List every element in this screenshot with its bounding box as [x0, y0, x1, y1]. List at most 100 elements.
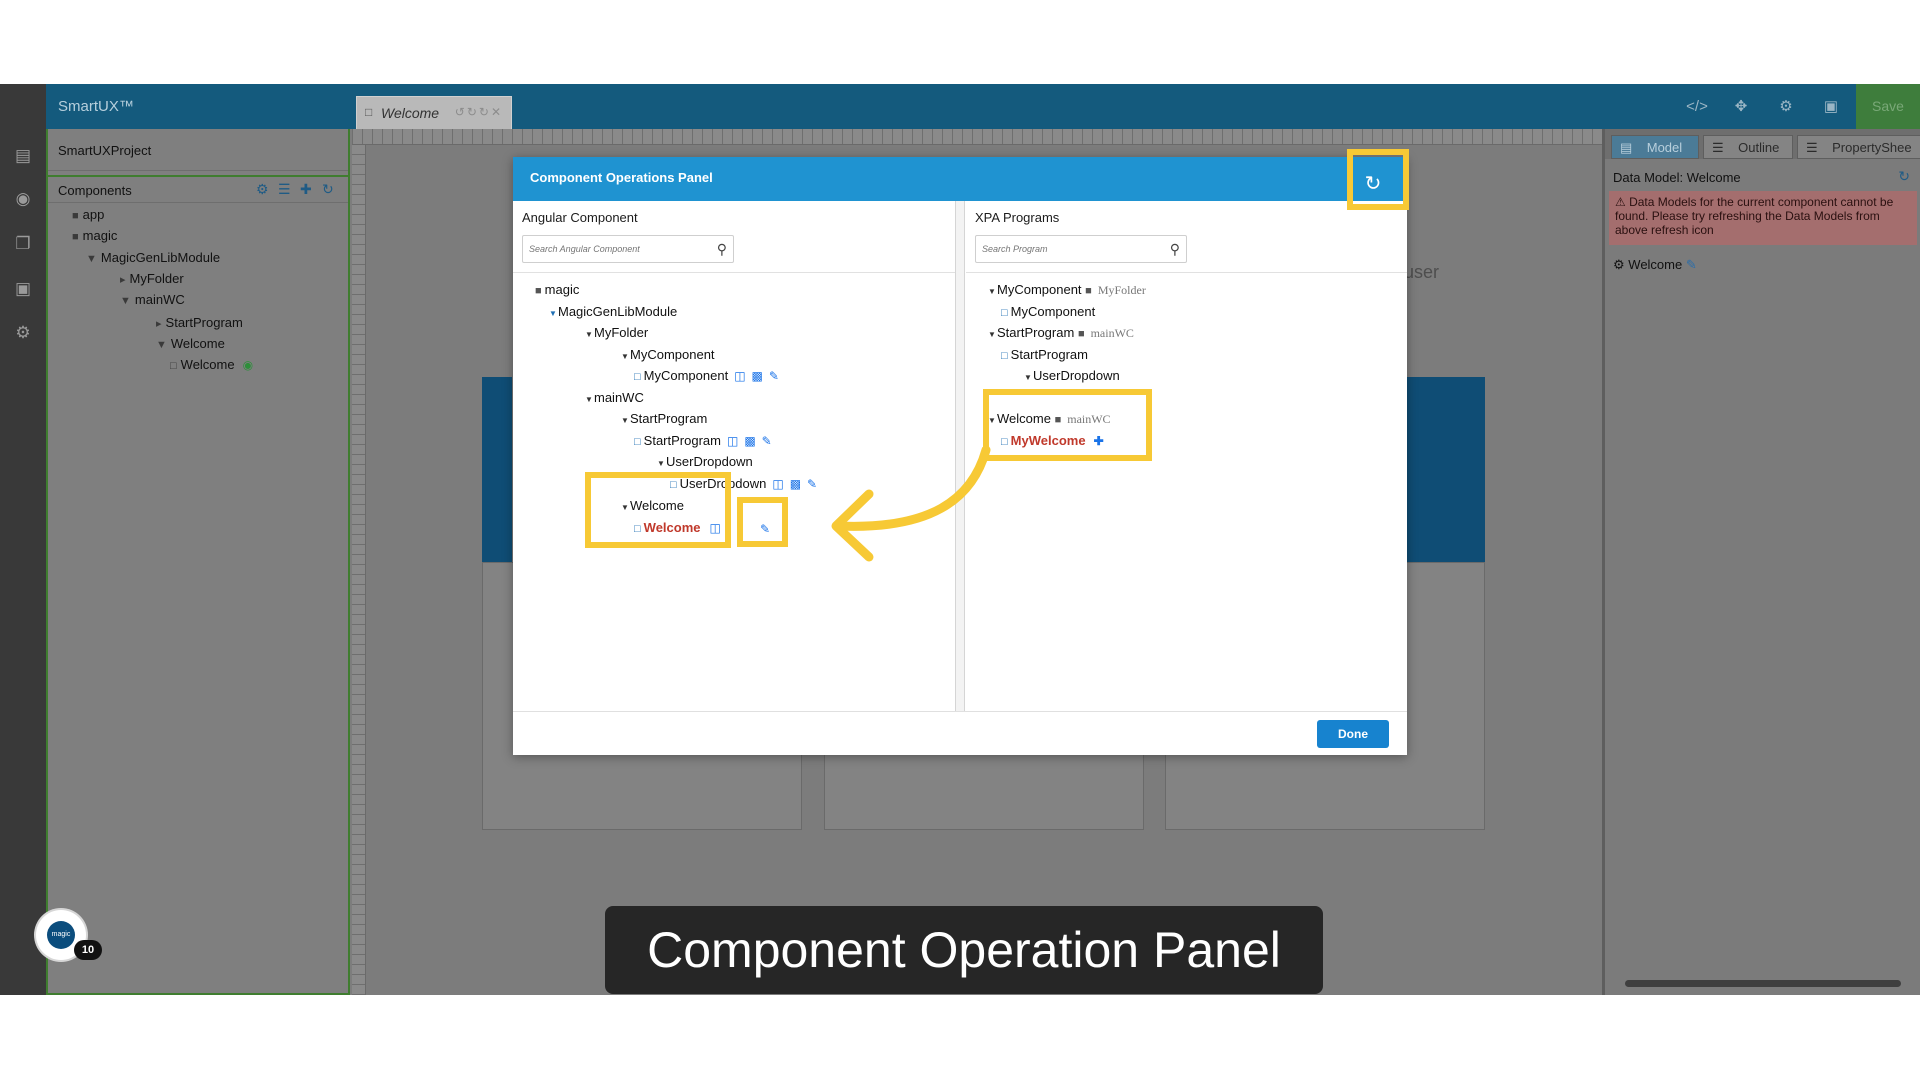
tab-propertysheet[interactable]: ☰ PropertyShee: [1797, 135, 1920, 159]
tab-model[interactable]: ▤ Model: [1611, 135, 1699, 159]
file-icon: □: [634, 371, 641, 383]
tree-node-magic[interactable]: ■ magic: [535, 282, 579, 297]
search-box: ⚲: [975, 235, 1187, 263]
tab-outline[interactable]: ☰ Outline: [1703, 135, 1793, 159]
folder-icon: ■: [72, 210, 79, 222]
tree-node-startprogram-folder[interactable]: ▼StartProgram: [621, 411, 707, 426]
modal-header: Component Operations Panel ↻: [513, 157, 1407, 201]
caret-down-icon: ▼: [621, 352, 629, 361]
modal-body: Angular Component ⚲ ■magic ▼MagicGenLibM…: [513, 201, 1407, 711]
highlight-refresh-button: [1347, 149, 1409, 210]
image-icon[interactable]: ▣: [13, 279, 33, 299]
scrollbar-thumb[interactable]: [1625, 980, 1901, 987]
horizontal-scrollbar[interactable]: [1611, 977, 1915, 989]
folder-icon: ■: [1077, 328, 1085, 340]
right-panel-tabs: ▤ Model ☰ Outline ☰ PropertyShee: [1605, 129, 1920, 159]
tree-node-startprogram[interactable]: ▸ StartProgram: [156, 315, 243, 330]
tree-node-module[interactable]: ▼MagicGenLibModule: [549, 304, 677, 319]
gear-icon[interactable]: ⚙: [13, 323, 33, 343]
copy-icon[interactable]: ❐: [13, 234, 33, 254]
tree-node-startprogram-item[interactable]: □ StartProgram ◫ ▩ ✎: [634, 433, 772, 448]
data-model-warning: ⚠ Data Models for the current component …: [1609, 191, 1917, 245]
monitor-icon[interactable]: ▣: [1820, 96, 1842, 118]
puzzle-icon[interactable]: ◉: [13, 189, 33, 209]
highlight-right-welcome: [983, 389, 1152, 461]
eye-icon[interactable]: ◉: [243, 358, 253, 372]
expand-icon[interactable]: ✥: [1730, 96, 1752, 118]
tree-node-mycomponent-folder[interactable]: ▼MyComponent: [621, 347, 715, 362]
save-button[interactable]: Save: [1856, 84, 1920, 129]
search-icon[interactable]: ⚲: [717, 241, 727, 258]
settings-icon[interactable]: ⚙: [256, 181, 269, 198]
trash-icon[interactable]: ▩: [752, 369, 763, 383]
tree-node-app[interactable]: ■ app: [72, 207, 104, 222]
code-icon[interactable]: </>: [1686, 96, 1708, 118]
tree-node-welcome-folder[interactable]: ▼Welcome: [156, 336, 225, 351]
trash-icon[interactable]: ▩: [790, 477, 801, 491]
tab-controls[interactable]: ↺↻↻✕: [455, 105, 503, 119]
tree-node-myfolder[interactable]: ▸ MyFolder: [120, 271, 184, 286]
caret-down-icon: ▼: [988, 330, 996, 339]
tree-node-welcome-item[interactable]: □ Welcome ◉: [170, 357, 253, 372]
search-icon[interactable]: ⚲: [1170, 241, 1180, 258]
project-name: SmartUXProject: [58, 143, 152, 158]
caret-down-icon: ▼: [120, 295, 131, 307]
file-icon: □: [365, 105, 373, 119]
caret-right-icon: ▸: [156, 318, 162, 330]
pane-title: Angular Component: [522, 210, 638, 225]
modal-title: Component Operations Panel: [530, 170, 713, 185]
tree-node-startprogram-item[interactable]: □ StartProgram: [1001, 347, 1088, 362]
tree-node-mainwc[interactable]: ▼mainWC: [120, 292, 185, 307]
tree-node-startprogram-folder[interactable]: ▼StartProgram ■ mainWC: [988, 325, 1134, 341]
move-icon[interactable]: ◫: [727, 434, 738, 448]
tree-node-userdropdown-folder[interactable]: ▼UserDropdown: [1024, 368, 1120, 383]
hierarchy-icon[interactable]: ☰: [278, 181, 291, 198]
pencil-icon[interactable]: ✎: [1686, 257, 1697, 272]
caption-banner: Component Operation Panel: [605, 906, 1323, 994]
tree-node-mycomponent-item[interactable]: □ MyComponent ◫ ▩ ✎: [634, 368, 779, 383]
tree-node-mycomponent-folder[interactable]: ▼MyComponent ■ MyFolder: [988, 282, 1146, 298]
tree-node-mycomponent-item[interactable]: □ MyComponent: [1001, 304, 1095, 319]
folder-open-icon: ■: [535, 285, 542, 297]
pane-title: XPA Programs: [975, 210, 1060, 225]
pencil-icon[interactable]: ✎: [762, 434, 772, 448]
tab-welcome[interactable]: □ Welcome ↺↻↻✕: [356, 96, 512, 129]
program-search-input[interactable]: [982, 241, 1158, 257]
tree-node-userdropdown-folder[interactable]: ▼UserDropdown: [657, 454, 753, 469]
done-button[interactable]: Done: [1317, 720, 1389, 748]
pencil-icon[interactable]: ✎: [769, 369, 779, 383]
caret-down-icon: ▼: [988, 287, 996, 296]
document-icon[interactable]: ▤: [13, 146, 33, 166]
tree-node-myfolder[interactable]: ▼MyFolder: [585, 325, 648, 340]
divider: [966, 272, 1407, 273]
move-icon[interactable]: ◫: [734, 369, 745, 383]
pane-splitter[interactable]: [956, 201, 965, 711]
caret-down-icon: ▼: [549, 309, 557, 318]
tree-node-magic[interactable]: ■ magic: [72, 228, 117, 243]
refresh-icon[interactable]: ↻: [1898, 168, 1910, 185]
folder-icon: ■: [1085, 285, 1092, 297]
component-operations-modal: Component Operations Panel ↻ Angular Com…: [513, 157, 1407, 755]
tree-node-module[interactable]: ▼MagicGenLibModule: [86, 250, 220, 265]
data-model-title: Data Model: Welcome: [1613, 170, 1741, 185]
magic-logo: magic: [47, 921, 75, 949]
canvas-banner-right: [1407, 377, 1485, 562]
vertical-ruler: [352, 145, 366, 995]
caret-down-icon: ▼: [86, 253, 97, 265]
gears-icon[interactable]: ⚙: [1775, 96, 1797, 118]
canvas-partial-text: user: [1404, 262, 1440, 282]
refresh-icon[interactable]: ↻: [322, 181, 334, 198]
highlight-left-welcome: [585, 472, 731, 548]
trash-icon[interactable]: ▩: [744, 434, 755, 448]
modal-footer: Done: [513, 711, 1407, 755]
file-icon: □: [170, 360, 177, 372]
move-icon[interactable]: ◫: [772, 477, 783, 491]
tree-node-mainwc[interactable]: ▼mainWC: [585, 390, 644, 405]
pencil-icon[interactable]: ✎: [807, 477, 817, 491]
add-icon[interactable]: ✚: [300, 181, 312, 198]
project-header[interactable]: SmartUXProject: [48, 129, 348, 171]
caret-down-icon: ▼: [156, 339, 167, 351]
data-model-item[interactable]: ⚙ Welcome ✎: [1613, 257, 1697, 273]
top-bar: SmartUX™ □ Welcome ↺↻↻✕ </> ✥ ⚙ ▣ Save: [46, 84, 1920, 129]
angular-search-input[interactable]: [529, 241, 705, 257]
